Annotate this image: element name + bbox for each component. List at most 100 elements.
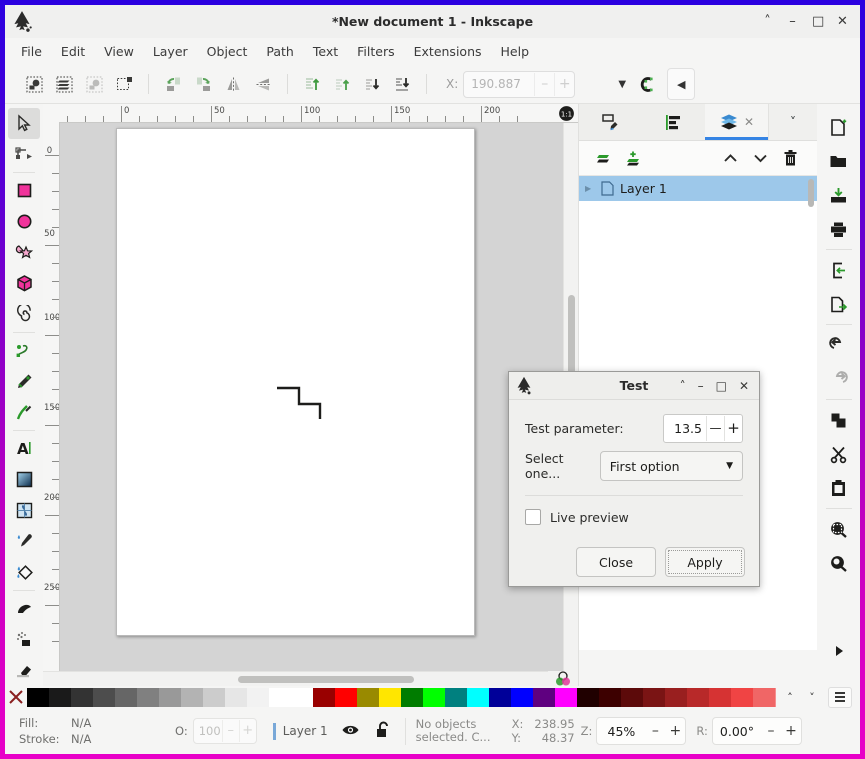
palette-swatch[interactable] xyxy=(401,687,423,707)
spray-tool[interactable] xyxy=(8,624,40,655)
palette-swatch[interactable] xyxy=(93,687,115,707)
zoom-value[interactable]: 45% xyxy=(597,724,645,739)
dialog-maximize-button[interactable]: □ xyxy=(716,379,727,393)
rotation-value[interactable]: 0.00° xyxy=(713,724,761,739)
snap-controls-icon[interactable] xyxy=(633,75,659,94)
cut-icon[interactable] xyxy=(822,437,856,471)
palette-swatch[interactable] xyxy=(665,687,687,707)
parameter-spinbox[interactable]: 13.5 — + xyxy=(663,413,743,443)
layer-expander-icon[interactable]: ▶ xyxy=(585,184,595,193)
pen-tool[interactable] xyxy=(8,366,40,397)
palette-swatch[interactable] xyxy=(489,687,511,707)
toggle-current-layer-icon[interactable] xyxy=(591,146,621,170)
deselect-icon[interactable] xyxy=(109,71,139,97)
open-document-icon[interactable] xyxy=(822,144,856,178)
opacity-spinbox[interactable]: 100 – + xyxy=(192,718,257,744)
canvas[interactable] xyxy=(60,123,563,671)
add-layer-icon[interactable] xyxy=(621,146,651,170)
palette-swatch[interactable] xyxy=(753,687,775,707)
ellipse-tool[interactable] xyxy=(8,206,40,237)
palette-swatch[interactable] xyxy=(203,687,225,707)
tab-overflow[interactable]: ˅ xyxy=(768,104,817,140)
palette-swatch[interactable] xyxy=(313,687,335,707)
calligraphy-tool[interactable] xyxy=(8,397,40,428)
palette-swatch[interactable] xyxy=(643,687,665,707)
palette-scroll-up-icon[interactable]: ˄ xyxy=(784,691,796,704)
raise-icon[interactable] xyxy=(327,71,357,97)
current-layer-name[interactable]: Layer 1 xyxy=(283,724,328,738)
menu-view[interactable]: View xyxy=(104,44,134,59)
parameter-decrement[interactable]: — xyxy=(706,415,724,441)
x-decrement[interactable]: – xyxy=(534,72,554,96)
layer-list-scrollbar[interactable] xyxy=(808,179,814,207)
window-maximize-button[interactable]: □ xyxy=(812,15,824,28)
palette-scroll-down-icon[interactable]: ˅ xyxy=(806,691,818,704)
command-bar-expand-arrow-icon[interactable] xyxy=(822,634,856,668)
menu-filters[interactable]: Filters xyxy=(357,44,394,59)
node-tool[interactable] xyxy=(8,139,40,170)
palette-menu-icon[interactable] xyxy=(828,686,852,708)
menu-file[interactable]: File xyxy=(21,44,42,59)
tweak-tool[interactable] xyxy=(8,593,40,624)
palette-swatch[interactable] xyxy=(621,687,643,707)
rectangle-tool[interactable] xyxy=(8,175,40,206)
layer-name[interactable]: Layer 1 xyxy=(620,181,667,196)
palette-swatch[interactable] xyxy=(445,687,467,707)
palette-swatch[interactable] xyxy=(71,687,93,707)
eraser-tool[interactable] xyxy=(8,655,40,686)
select-all-in-all-layers-icon[interactable] xyxy=(49,71,79,97)
3d-box-tool[interactable] xyxy=(8,268,40,299)
x-spinbox[interactable]: 190.887 – + xyxy=(463,70,576,98)
text-tool[interactable]: A xyxy=(8,433,40,464)
dropper-tool[interactable] xyxy=(8,526,40,557)
opacity-value[interactable]: 100 xyxy=(194,724,222,738)
palette-swatch[interactable] xyxy=(49,687,71,707)
palette-swatch[interactable] xyxy=(599,687,621,707)
paint-bucket-tool[interactable] xyxy=(8,557,40,588)
apply-button[interactable]: Apply xyxy=(665,547,745,577)
star-tool[interactable] xyxy=(8,237,40,268)
x-value[interactable]: 190.887 xyxy=(464,77,534,91)
palette-swatch[interactable] xyxy=(577,687,599,707)
dialog-close-button[interactable]: ✕ xyxy=(739,379,749,393)
menu-help[interactable]: Help xyxy=(501,44,530,59)
palette-swatch[interactable] xyxy=(159,687,181,707)
palette-swatch[interactable] xyxy=(335,687,357,707)
layer-row-1[interactable]: ▶ Layer 1 xyxy=(579,176,817,201)
palette-swatch[interactable] xyxy=(269,687,291,707)
pencil-tool[interactable] xyxy=(8,335,40,366)
tab-layers[interactable]: ✕ xyxy=(705,104,768,140)
palette-swatch[interactable] xyxy=(247,687,269,707)
flip-vertical-icon[interactable] xyxy=(248,71,278,97)
palette-swatch[interactable] xyxy=(115,687,137,707)
palette-swatch[interactable] xyxy=(731,687,753,707)
lower-to-bottom-icon[interactable] xyxy=(387,71,417,97)
dock-collapse-button[interactable]: ◀ xyxy=(667,68,696,100)
menu-edit[interactable]: Edit xyxy=(61,44,85,59)
mesh-tool[interactable] xyxy=(8,495,40,526)
selector-tool[interactable] xyxy=(8,108,40,139)
import-icon[interactable] xyxy=(822,253,856,287)
select-all-icon[interactable] xyxy=(19,71,49,97)
paste-icon[interactable] xyxy=(822,471,856,505)
dialog-title-bar[interactable]: Test ˄ – □ ✕ xyxy=(509,372,759,400)
palette-swatch[interactable] xyxy=(423,687,445,707)
palette-swatch[interactable] xyxy=(533,687,555,707)
palette-swatch[interactable] xyxy=(379,687,401,707)
menu-path[interactable]: Path xyxy=(266,44,293,59)
ruler-corner[interactable] xyxy=(43,104,59,123)
spiral-tool[interactable] xyxy=(8,299,40,330)
rotation-increment[interactable]: + xyxy=(781,719,801,743)
zoom-increment[interactable]: + xyxy=(665,719,685,743)
close-button[interactable]: Close xyxy=(576,547,656,577)
horizontal-scroll-thumb[interactable] xyxy=(238,676,414,683)
color-managed-view-icon[interactable] xyxy=(548,670,578,686)
palette-swatch[interactable] xyxy=(511,687,533,707)
menu-extensions[interactable]: Extensions xyxy=(414,44,482,59)
lower-layer-icon[interactable] xyxy=(745,146,775,170)
palette-swatch[interactable] xyxy=(687,687,709,707)
delete-layer-icon[interactable] xyxy=(775,146,805,170)
palette-swatch[interactable] xyxy=(555,687,577,707)
parameter-value[interactable]: 13.5 xyxy=(664,421,706,436)
window-close-button[interactable]: ✕ xyxy=(837,15,848,28)
